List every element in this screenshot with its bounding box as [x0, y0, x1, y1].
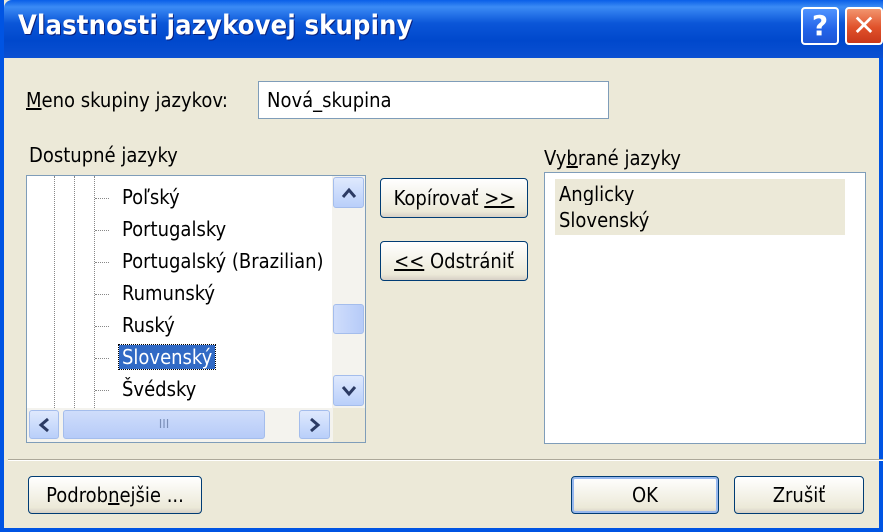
scroll-up-button[interactable]	[333, 177, 364, 208]
list-item[interactable]: Poľský	[119, 182, 183, 212]
remove-button[interactable]: << Odstrániť	[380, 241, 528, 281]
tree-branch	[95, 294, 109, 295]
tree-branch	[95, 358, 109, 359]
chevron-left-icon	[38, 417, 49, 433]
tree-line	[54, 176, 55, 408]
list-item[interactable]: Portugalský (Brazilian)	[119, 246, 327, 276]
chevron-right-icon	[309, 417, 320, 433]
tree-branch	[95, 198, 109, 199]
list-item[interactable]: Portugalsky	[119, 214, 229, 244]
vertical-scrollbar[interactable]	[332, 176, 365, 408]
scroll-left-button[interactable]	[29, 410, 59, 439]
tree-line	[74, 176, 75, 408]
details-button[interactable]: Podrobnejšie ...	[28, 476, 202, 514]
horizontal-scrollbar[interactable]: III	[27, 408, 333, 442]
list-item[interactable]: Slovenský	[555, 205, 845, 235]
dialog-window: Vlastnosti jazykovej skupiny ? ✕ Meno sk…	[0, 0, 883, 532]
scroll-down-button[interactable]	[333, 375, 364, 406]
close-button[interactable]: ✕	[845, 7, 883, 45]
available-languages-label: Dostupné jazyky	[29, 143, 178, 167]
selected-languages-list[interactable]: Anglicky Slovenský	[544, 172, 866, 444]
tree-line	[94, 176, 95, 408]
name-field-label: Meno skupiny jazykov:	[26, 88, 228, 112]
cancel-button[interactable]: Zrušiť	[734, 476, 864, 514]
help-button[interactable]: ?	[801, 7, 839, 45]
window-title: Vlastnosti jazykovej skupiny	[18, 10, 413, 41]
title-bar[interactable]: Vlastnosti jazykovej skupiny ? ✕	[4, 0, 883, 58]
chevron-up-icon	[341, 187, 356, 198]
tree-branch	[95, 326, 109, 327]
selected-languages-label: Vybrané jazyky	[544, 146, 681, 170]
tree-branch	[95, 390, 109, 391]
tree-branch	[95, 230, 109, 231]
scroll-thumb-horizontal[interactable]: III	[63, 410, 265, 439]
chevron-down-icon	[341, 386, 356, 397]
scroll-thumb[interactable]	[333, 304, 364, 334]
separator	[8, 459, 883, 461]
copy-button[interactable]: Kopírovať >>	[380, 178, 528, 218]
scroll-corner	[333, 408, 365, 442]
ok-button[interactable]: OK	[571, 476, 719, 514]
list-item[interactable]: Švédsky	[119, 374, 199, 404]
available-languages-tree[interactable]: Poľský Portugalsky Portugalský (Brazilia…	[26, 175, 366, 443]
list-item[interactable]: Ruský	[119, 310, 178, 340]
grip-icon: III	[158, 417, 170, 431]
list-item-selected[interactable]: Slovenský	[117, 342, 217, 372]
group-name-input[interactable]: Nová_skupina	[258, 81, 609, 119]
close-icon: ✕	[852, 9, 876, 42]
tree-branch	[95, 262, 109, 263]
list-item[interactable]: Rumunský	[119, 278, 218, 308]
scroll-right-button[interactable]	[299, 410, 330, 439]
